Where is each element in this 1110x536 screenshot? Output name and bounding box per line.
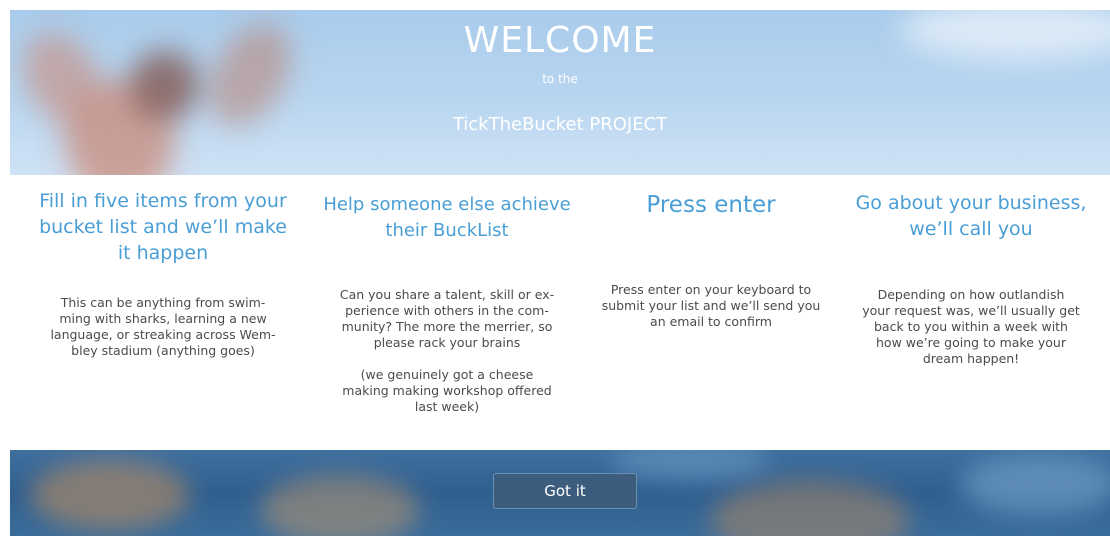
welcome-title: WELCOME	[463, 20, 657, 61]
background-photo-blur	[30, 460, 190, 530]
description-line: Press enter on your keyboard to	[610, 282, 812, 297]
note-line: last week)	[414, 399, 480, 414]
step-fill-in: Fill in five items from your bucket list…	[32, 188, 294, 359]
step-heading: Fill in five items from your bucket list…	[39, 190, 287, 264]
project-name: TickTheBucket PROJECT	[452, 114, 668, 135]
background-photo-blur	[260, 475, 420, 536]
description-line: Can you share a talent, skill or ex-	[339, 287, 555, 302]
step-description: Press enter on your keyboard to submit y…	[580, 282, 842, 330]
note-line: (we genuinely got a cheese	[360, 367, 534, 382]
step-heading: Press enter	[646, 192, 776, 218]
step-description: Depending on how outlandish your request…	[840, 287, 1102, 367]
description-line: ming with sharks, learning a new	[59, 311, 267, 326]
note-line: making making workshop offered	[342, 383, 552, 398]
step-description: This can be anything from swim- ming wit…	[32, 295, 294, 359]
step-we-call-you: Go about your business, we’ll call you D…	[840, 190, 1102, 367]
description-line: bley stadium (anything goes)	[71, 343, 255, 358]
background-photo-blur	[710, 480, 910, 536]
description-line: how we’re going to make your	[876, 335, 1066, 350]
header-banner: WELCOME to the TickTheBucket PROJECT	[10, 10, 1110, 175]
description-line: perience with others in the com-	[345, 303, 549, 318]
description-line: Depending on how outlandish	[877, 287, 1065, 302]
step-description: Can you share a talent, skill or ex- per…	[316, 287, 578, 351]
footer-banner: Got it	[10, 450, 1110, 536]
description-line: This can be anything from swim-	[60, 295, 266, 310]
description-line: back to you within a week with	[873, 319, 1068, 334]
description-line: an email to confirm	[650, 314, 772, 329]
description-line: munity? The more the merrier, so	[341, 319, 553, 334]
step-heading: Help someone else achieve their BuckList	[323, 194, 571, 241]
description-line: your request was, we’ll usually get	[862, 303, 1080, 318]
step-note: (we genuinely got a cheese making making…	[316, 367, 578, 415]
description-line: please rack your brains	[373, 335, 521, 350]
description-line: language, or streaking across Wem-	[50, 327, 276, 342]
step-heading: Go about your business, we’ll call you	[855, 192, 1087, 240]
welcome-panel: WELCOME to the TickTheBucket PROJECT Fil…	[10, 10, 1110, 536]
step-press-enter: Press enter Press enter on your keyboard…	[580, 190, 842, 330]
description-line: submit your list and we’ll send you	[601, 298, 821, 313]
background-photo-blur	[960, 455, 1110, 515]
description-line: dream happen!	[922, 351, 1020, 366]
step-help-someone: Help someone else achieve their BuckList…	[316, 192, 578, 415]
welcome-subtitle: to the	[542, 72, 578, 86]
got-it-button[interactable]: Got it	[493, 473, 637, 509]
